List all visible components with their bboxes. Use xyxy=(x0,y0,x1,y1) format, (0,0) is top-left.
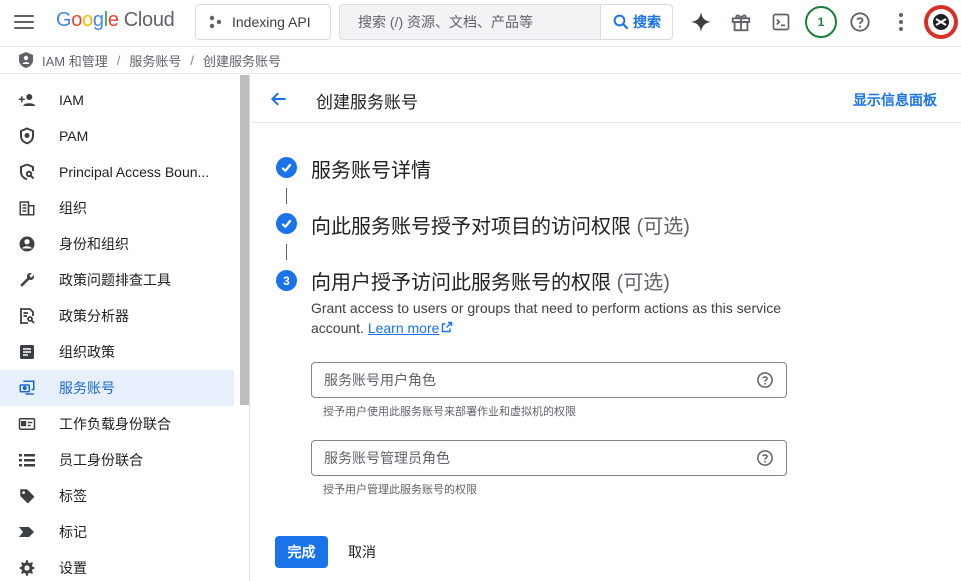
sidebar-item-pam[interactable]: PAM xyxy=(0,118,234,154)
help-circle-icon[interactable] xyxy=(756,371,774,389)
sidebar-scrollbar[interactable] xyxy=(240,75,249,405)
search-button[interactable]: 搜索 xyxy=(600,5,672,39)
breadcrumb-service-accounts[interactable]: 服务账号 xyxy=(129,51,181,70)
service-account-admin-role-input[interactable] xyxy=(312,441,756,475)
label-icon xyxy=(18,523,36,541)
service-account-admin-role-hint: 授予用户管理此服务账号的权限 xyxy=(323,484,477,496)
show-info-panel-button[interactable]: 显示信息面板 xyxy=(853,90,937,110)
main-content: 创建服务账号 显示信息面板 服务账号详情 向此服务账号授予对项目的访问权限 (可… xyxy=(251,75,961,581)
external-link-icon xyxy=(442,321,453,333)
sidebar-item-principal-access-boundary[interactable]: Principal Access Boun... xyxy=(0,154,234,190)
step-number-badge: 3 xyxy=(276,270,297,291)
learn-more-link[interactable]: Learn more xyxy=(368,320,454,336)
breadcrumb-iam[interactable]: IAM 和管理 xyxy=(42,51,108,70)
service-account-icon xyxy=(18,379,36,397)
step-check-icon xyxy=(276,213,297,234)
step-1-title[interactable]: 服务账号详情 xyxy=(311,154,431,183)
gemini-sparkle-icon[interactable] xyxy=(687,8,715,36)
search-icon xyxy=(613,14,629,30)
step-2-title[interactable]: 向此服务账号授予对项目的访问权限 (可选) xyxy=(311,210,690,239)
article-icon xyxy=(18,343,36,361)
document-search-icon xyxy=(18,307,36,325)
user-avatar[interactable] xyxy=(924,5,958,39)
settings-icon xyxy=(18,559,36,577)
top-bar: GoogleCloud Indexing API 搜索 1 xyxy=(0,0,961,45)
sidebar-item-organization[interactable]: 组织 xyxy=(0,190,234,226)
service-account-admin-role-field xyxy=(311,440,787,476)
step-connector xyxy=(286,188,287,204)
tag-icon xyxy=(18,487,36,505)
cloud-shell-terminal-icon[interactable] xyxy=(767,8,795,36)
service-account-user-role-field xyxy=(311,362,787,398)
breadcrumb-separator: / xyxy=(190,52,194,68)
wrench-icon xyxy=(18,271,36,289)
breadcrumb: IAM 和管理 / 服务账号 / 创建服务账号 xyxy=(0,46,961,74)
account-circle-icon xyxy=(18,235,36,253)
google-cloud-logo[interactable]: Google Cloud xyxy=(56,9,175,32)
cancel-button[interactable]: 取消 xyxy=(337,536,387,568)
step-3-title: 向用户授予访问此服务账号的权限 (可选) xyxy=(311,272,670,294)
shield-search-icon xyxy=(18,163,36,181)
done-button[interactable]: 完成 xyxy=(275,536,328,568)
back-arrow-icon[interactable] xyxy=(267,87,291,111)
service-account-user-role-input[interactable] xyxy=(312,363,756,397)
gift-icon[interactable] xyxy=(727,8,755,36)
service-account-user-role-hint: 授予用户使用此服务账号来部署作业和虚拟机的权限 xyxy=(323,406,576,418)
sidebar: IAM PAM Principal Access Boun... 组织 身份和组… xyxy=(0,75,250,581)
building-icon xyxy=(18,199,36,217)
sidebar-item-policy-analyzer[interactable]: 政策分析器 xyxy=(0,298,234,334)
sidebar-item-iam[interactable]: IAM xyxy=(0,82,234,118)
page-header: 创建服务账号 显示信息面板 xyxy=(251,75,961,123)
sidebar-item-service-accounts[interactable]: 服务账号 xyxy=(0,370,234,406)
breadcrumb-separator: / xyxy=(116,52,121,68)
step-connector xyxy=(286,244,287,260)
step-check-icon xyxy=(276,157,297,178)
sidebar-item-settings[interactable]: 设置 xyxy=(0,550,234,581)
help-icon[interactable] xyxy=(846,8,874,36)
notification-count-badge[interactable]: 1 xyxy=(805,6,837,38)
iam-shield-icon xyxy=(19,52,33,68)
sidebar-item-workload-identity-federation[interactable]: 工作负载身份联合 xyxy=(0,406,234,442)
sidebar-item-organization-policies[interactable]: 组织政策 xyxy=(0,334,234,370)
project-picker[interactable]: Indexing API xyxy=(195,4,331,40)
main-menu-icon[interactable] xyxy=(12,10,36,34)
avatar-image xyxy=(928,9,954,35)
breadcrumb-create-service-account: 创建服务账号 xyxy=(203,53,282,69)
sidebar-item-policy-troubleshooter[interactable]: 政策问题排查工具 xyxy=(0,262,234,298)
step-3-description: Grant access to users or groups that nee… xyxy=(311,300,781,336)
list-icon xyxy=(18,451,36,469)
search-input[interactable] xyxy=(340,5,600,39)
project-dots-icon xyxy=(209,15,222,29)
shield-icon xyxy=(18,127,36,145)
search-bar: 搜索 xyxy=(339,4,673,40)
page-title: 创建服务账号 xyxy=(316,93,418,112)
id-card-icon xyxy=(18,415,36,433)
sidebar-item-labels[interactable]: 标记 xyxy=(0,514,234,550)
sidebar-item-tags[interactable]: 标签 xyxy=(0,478,234,514)
person-add-icon xyxy=(18,91,36,109)
sidebar-item-identity-and-organization[interactable]: 身份和组织 xyxy=(0,226,234,262)
project-name: Indexing API xyxy=(232,14,311,30)
help-circle-icon[interactable] xyxy=(756,449,774,467)
sidebar-item-workforce-identity-federation[interactable]: 员工身份联合 xyxy=(0,442,234,478)
more-options-icon[interactable] xyxy=(887,8,915,36)
